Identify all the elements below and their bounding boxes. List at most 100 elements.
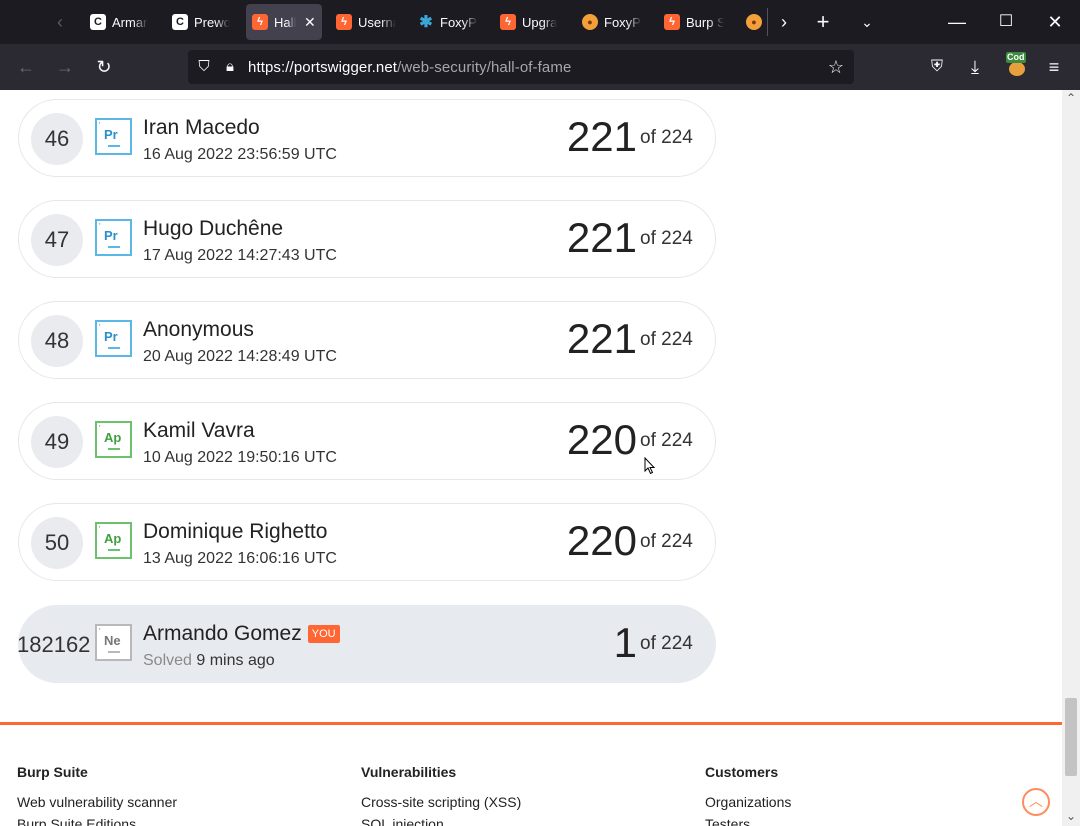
scroll-tabs-right-icon[interactable]: ›: [772, 10, 796, 34]
shield-icon[interactable]: ⛉: [194, 57, 214, 77]
browser-tab[interactable]: ϟ Burp S: [658, 4, 730, 40]
extension-icon[interactable]: Cod: [1006, 52, 1028, 76]
page-scrollbar[interactable]: ⌃ ⌄: [1062, 90, 1080, 826]
close-window-icon[interactable]: ✕: [1043, 10, 1067, 34]
apprentice-badge-icon: ' Ap: [95, 421, 132, 458]
c-icon: C: [172, 14, 188, 30]
practitioner-badge-icon: ' Pr: [95, 219, 132, 256]
you-badge: YOU: [307, 625, 340, 643]
scroll-down-arrow-icon[interactable]: ⌄: [1065, 810, 1077, 822]
score: 220: [566, 416, 637, 463]
user-name: Dominique Righetto: [143, 520, 328, 543]
reload-icon[interactable]: ↻: [92, 55, 116, 79]
portswigger-icon: ϟ: [336, 14, 352, 30]
new-tab-icon[interactable]: +: [811, 10, 835, 34]
rank-number: 47: [31, 214, 83, 266]
footer-heading: Burp Suite: [17, 764, 88, 780]
newcomer-badge-icon: ' Ne: [95, 624, 132, 661]
c-icon: C: [90, 14, 106, 30]
scroll-up-arrow-icon[interactable]: ⌃: [1065, 92, 1077, 104]
score: 221: [566, 214, 637, 261]
close-tab-icon[interactable]: ✕: [304, 14, 316, 31]
browser-tab[interactable]: ϟ Upgra: [494, 4, 566, 40]
back-to-top-chevron-icon[interactable]: ︿: [1022, 788, 1050, 816]
portswigger-icon: ϟ: [664, 14, 680, 30]
browser-tab[interactable]: C Prewo: [166, 4, 236, 40]
url-bar[interactable]: ⛉ 🔒︎ https://portswigger.net/web-securit…: [188, 50, 854, 84]
footer-column-burp-suite: Burp Suite Web vulnerability scanner Bur…: [17, 764, 177, 826]
practitioner-badge-icon: ' Pr: [95, 118, 132, 155]
score: 221: [566, 113, 637, 160]
solve-date: 10 Aug 2022 19:50:16 UTC: [143, 449, 337, 466]
scrollbar-thumb[interactable]: [1065, 698, 1077, 776]
user-name: Hugo Duchêne: [143, 217, 284, 240]
solve-date: 16 Aug 2022 23:56:59 UTC: [143, 146, 337, 163]
footer-link[interactable]: Web vulnerability scanner: [17, 794, 177, 810]
score: 221: [566, 315, 637, 362]
rank-number: 46: [31, 113, 83, 165]
footer-divider: [0, 722, 1062, 725]
url-text[interactable]: https://portswigger.net/web-security/hal…: [248, 59, 571, 76]
foxy-orange-icon: ●: [746, 14, 762, 30]
tab-divider: [767, 8, 768, 36]
rank-number: 182162: [17, 632, 91, 657]
back-icon[interactable]: ←: [14, 55, 38, 79]
browser-tab[interactable]: ✱ FoxyPr: [412, 4, 484, 40]
lock-icon[interactable]: 🔒︎: [220, 57, 240, 77]
practitioner-badge-icon: ' Pr: [95, 320, 132, 357]
browser-tab[interactable]: ●: [740, 4, 766, 40]
extension-avatar: [1009, 62, 1025, 76]
footer-column-vulnerabilities: Vulnerabilities Cross-site scripting (XS…: [361, 764, 521, 826]
rank-number: 50: [31, 517, 83, 569]
score-total: of 224: [640, 127, 693, 148]
browser-tab-active[interactable]: ϟ Hall ✕: [246, 4, 322, 40]
pocket-icon[interactable]: ⛨: [925, 55, 949, 79]
downloads-icon[interactable]: ⤓: [963, 55, 987, 79]
footer-link[interactable]: Organizations: [705, 794, 791, 810]
rank-number: 49: [31, 416, 83, 468]
list-all-tabs-icon[interactable]: ⌄: [855, 10, 879, 34]
rank-number: 48: [31, 315, 83, 367]
apprentice-badge-icon: ' Ap: [95, 522, 132, 559]
user-name: Iran Macedo: [143, 116, 260, 139]
leaderboard-row: 50 ' Ap Dominique Righetto 13 Aug 2022 16…: [18, 503, 716, 581]
footer-link[interactable]: Burp Suite Editions: [17, 816, 177, 826]
solve-date: 17 Aug 2022 14:27:43 UTC: [143, 247, 337, 264]
browser-tab[interactable]: ϟ Userna: [330, 4, 402, 40]
browser-tab-bar: ‹ C Arman C Prewo ϟ Hall ✕ ϟ Userna ✱ Fo…: [0, 0, 1080, 44]
solve-time: Solved 9 mins ago: [143, 652, 275, 669]
footer-link[interactable]: SQL injection: [361, 816, 521, 826]
score: 1: [613, 619, 637, 666]
footer-heading: Customers: [705, 764, 779, 780]
score-total: of 224: [640, 430, 693, 451]
solve-date: 13 Aug 2022 16:06:16 UTC: [143, 550, 337, 567]
user-name: Anonymous: [143, 318, 254, 341]
minimize-icon[interactable]: —: [945, 10, 969, 34]
leaderboard-row-current-user: 182162 ' Ne Armando Gomez YOU Solved 9 min…: [17, 605, 716, 683]
browser-tab[interactable]: C Arman: [84, 4, 154, 40]
score: 220: [566, 517, 637, 564]
forward-icon[interactable]: →: [53, 55, 77, 79]
score-total: of 224: [640, 633, 693, 654]
user-name: Armando Gomez YOU: [143, 622, 340, 646]
portswigger-icon: ϟ: [252, 14, 268, 30]
maximize-icon[interactable]: ☐: [994, 10, 1018, 34]
footer-heading: Vulnerabilities: [361, 764, 457, 780]
scroll-tabs-left-icon[interactable]: ‹: [48, 10, 72, 34]
solve-date: 20 Aug 2022 14:28:49 UTC: [143, 348, 337, 365]
browser-nav-bar: ← → ↻ ⛉ 🔒︎ https://portswigger.net/web-s…: [0, 44, 1080, 90]
browser-tab[interactable]: ● FoxyPr: [576, 4, 648, 40]
foxy-orange-icon: ●: [582, 14, 598, 30]
score-total: of 224: [640, 531, 693, 552]
score-total: of 224: [640, 228, 693, 249]
leaderboard-row: 46 ' Pr Iran Macedo 16 Aug 2022 23:56:59 …: [18, 99, 716, 177]
footer-link[interactable]: Testers: [705, 816, 791, 826]
leaderboard-row: 49 ' Ap Kamil Vavra 10 Aug 2022 19:50:16 …: [18, 402, 716, 480]
footer-link[interactable]: Cross-site scripting (XSS): [361, 794, 521, 810]
bookmark-star-icon[interactable]: ☆: [826, 57, 846, 77]
page-content: 46 ' Pr Iran Macedo 16 Aug 2022 23:56:59 …: [0, 90, 1062, 826]
user-name: Kamil Vavra: [143, 419, 255, 442]
foxyproxy-icon: ✱: [419, 14, 433, 31]
score-total: of 224: [640, 329, 693, 350]
menu-icon[interactable]: ≡: [1042, 55, 1066, 79]
